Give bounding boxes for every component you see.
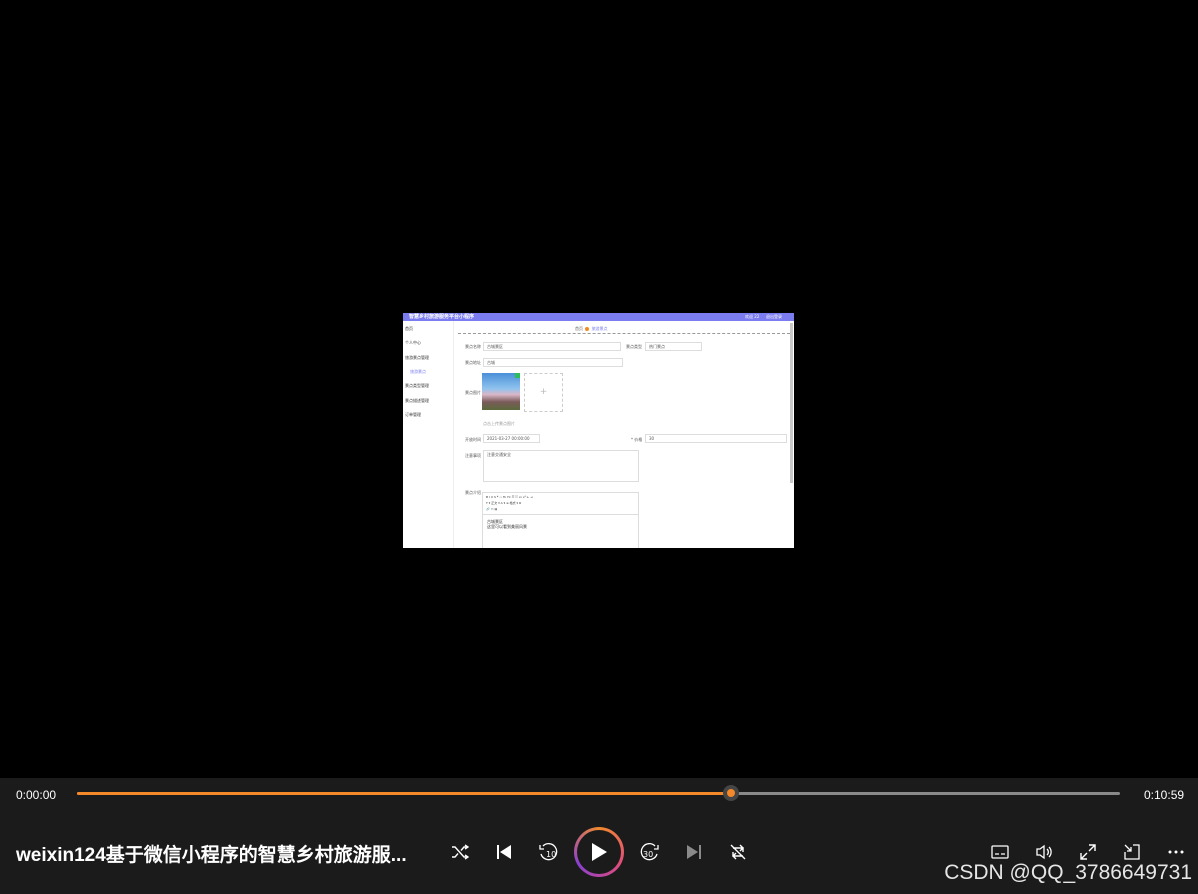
frame-intro-line2: 这里可以看到美丽风景 <box>487 524 527 529</box>
play-button[interactable] <box>574 827 624 877</box>
frame-sidebar: 首页 个人中心 旅游景点管理 旅游景点 景点类型管理 景点描述管理 订单管理 <box>403 321 454 548</box>
forward-30-icon: 30 <box>640 843 659 861</box>
svg-text:30: 30 <box>643 850 653 859</box>
frame-intro-label: 景点介绍 <box>465 490 481 495</box>
seek-bar[interactable] <box>77 785 1120 801</box>
forward-30-button[interactable]: 30 <box>634 836 666 868</box>
frame-time-label: 开放时间 <box>465 437 481 442</box>
video-frame: 智慧乡村旅游服务平台小程序 欢迎 22 退出登录 首页 个人中心 旅游景点管理 … <box>403 313 794 548</box>
previous-button[interactable] <box>488 836 520 868</box>
play-icon <box>592 843 607 861</box>
frame-sidebar-item: 景点类型管理 <box>405 383 429 388</box>
watermark: CSDN @QQ_3786649731 <box>944 861 1192 884</box>
more-icon <box>1168 850 1184 854</box>
frame-addr-label: 景点地址 <box>465 360 481 365</box>
repeat-button[interactable] <box>722 836 754 868</box>
frame-type-field: 热门景点 <box>645 342 702 351</box>
next-button[interactable] <box>678 836 710 868</box>
frame-addr-field: 古城 <box>483 358 623 367</box>
next-icon <box>687 845 701 859</box>
current-time: 0:00:00 <box>16 788 57 802</box>
shuffle-icon <box>452 844 469 860</box>
frame-price-field: 30 <box>645 434 787 443</box>
frame-header: 智慧乡村旅游服务平台小程序 欢迎 22 退出登录 <box>403 313 794 321</box>
frame-sidebar-item: 首页 <box>405 326 413 331</box>
frame-upload-plus-icon: + <box>524 373 563 412</box>
frame-image-hint: 点击上传景点图片 <box>483 421 515 426</box>
frame-editor-toolbar: B I U S ❞ ‹› H₁ H₂ ☰ ☷ x₂ x² ⇤ ⇥ T ▾ 正文 … <box>483 493 638 515</box>
shuffle-button[interactable] <box>444 836 476 868</box>
frame-sidebar-item: 旅游景点 <box>410 369 426 374</box>
frame-scrollbar <box>790 323 793 483</box>
volume-icon <box>1036 844 1052 860</box>
frame-name-label: 景点名称 <box>465 344 481 349</box>
rewind-10-button[interactable]: 10 <box>532 836 564 868</box>
svg-text:10: 10 <box>546 850 556 859</box>
total-time: 0:10:59 <box>1144 788 1185 802</box>
frame-breadcrumb-current: 旅游景点 <box>591 326 608 331</box>
frame-breadcrumb-home: 首页 <box>575 326 583 331</box>
frame-breadcrumb-dot <box>585 327 590 331</box>
frame-header-logout: 退出登录 <box>766 314 782 319</box>
frame-divider <box>458 333 790 334</box>
mini-player-icon <box>1124 844 1140 860</box>
repeat-off-icon <box>730 844 746 860</box>
previous-icon <box>497 845 511 859</box>
frame-image-label: 景点图片 <box>465 390 481 395</box>
frame-breadcrumb: 首页 旅游景点 <box>575 326 608 332</box>
seek-bar-thumb[interactable] <box>722 785 739 801</box>
frame-sidebar-item: 订单管理 <box>405 412 421 417</box>
seek-bar-progress <box>77 792 731 795</box>
frame-header-user: 欢迎 22 <box>745 314 760 319</box>
player-controls: 0:00:00 0:10:59 weixin124基于微信小程序的智慧乡村旅游服… <box>0 778 1198 894</box>
frame-image-thumbnail <box>482 373 520 410</box>
frame-type-label: 景点类型 <box>626 344 642 349</box>
frame-notice-field: 注意交通安全 <box>483 450 639 482</box>
frame-notice-label: 注意事项 <box>465 453 481 458</box>
frame-time-field: 2021-03-27 00:00:00 <box>483 434 540 443</box>
video-title: weixin124基于微信小程序的智慧乡村旅游服... <box>16 845 407 866</box>
frame-price-label: * 价格 <box>631 437 643 442</box>
frame-name-field: 古城景区 <box>483 342 621 351</box>
rewind-10-icon: 10 <box>539 843 558 861</box>
frame-header-title: 智慧乡村旅游服务平台小程序 <box>409 314 475 320</box>
frame-sidebar-item: 个人中心 <box>405 340 421 345</box>
fullscreen-icon <box>1080 844 1096 860</box>
frame-sidebar-item: 旅游景点管理 <box>405 355 429 360</box>
frame-sidebar-item: 景点描述管理 <box>405 398 429 403</box>
subtitles-icon <box>991 845 1009 859</box>
